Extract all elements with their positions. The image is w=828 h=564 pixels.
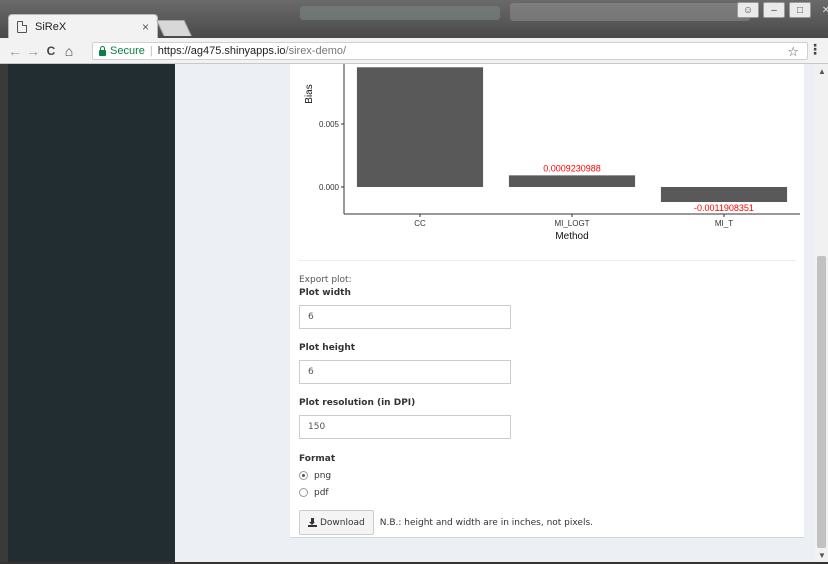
plot-height-input[interactable]: 6 (299, 360, 511, 384)
download-button[interactable]: Download (299, 510, 374, 535)
bias-chart: 0.0009230988 -0.0011908351 CC MI_LOGT MI_T 0… (290, 64, 804, 254)
browser-toolbar: ← → C ⌂ Secure | https://ag475.shinyapps… (0, 38, 828, 64)
download-button-label: Download (320, 517, 365, 528)
url-host: https://ag475.shinyapps.io (157, 45, 286, 57)
page-icon (17, 20, 27, 33)
minimize-button[interactable]: – (763, 2, 785, 18)
bookmark-star-icon[interactable]: ☆ (787, 44, 799, 60)
plot-resolution-input[interactable]: 150 (299, 415, 511, 439)
x-axis-title: Method (555, 231, 588, 242)
page-viewport: 0.0009230988 -0.0011908351 CC MI_LOGT MI_T 0… (0, 64, 828, 564)
back-icon[interactable]: ← (6, 43, 24, 59)
user-profile-icon[interactable]: ☺ (737, 2, 759, 18)
data-label-mi_t: -0.0011908351 (694, 203, 754, 213)
y-tick-label: 0.000 (319, 183, 340, 192)
tab-title: SiReX (35, 20, 67, 33)
url-path: /sirex-demo/ (285, 45, 347, 57)
maximize-button[interactable]: □ (789, 2, 811, 18)
y-axis-title: Bias (304, 84, 315, 103)
x-tick-label: MI_T (715, 219, 733, 228)
scroll-down-icon[interactable]: ▼ (818, 551, 826, 560)
units-note: N.B.: height and width are in inches, no… (379, 517, 594, 528)
home-icon[interactable]: ⌂ (60, 43, 78, 59)
window-edge (0, 64, 8, 564)
address-bar[interactable]: Secure | https://ag475.shinyapps.io /sir… (92, 42, 808, 60)
download-icon (308, 518, 317, 527)
browser-menu-icon[interactable]: ⋮ (808, 41, 822, 58)
format-label: Format (299, 454, 336, 464)
bias-bar-chart-svg: 0.0009230988 -0.0011908351 CC MI_LOGT MI_T 0… (304, 64, 800, 242)
x-tick-label: CC (414, 219, 426, 228)
y-tick-label: 0.005 (319, 120, 340, 129)
tab-close-icon[interactable]: × (142, 20, 149, 34)
data-label-mi_logt: 0.0009230988 (543, 163, 601, 173)
scroll-up-icon[interactable]: ▲ (818, 67, 826, 76)
radio-png[interactable] (299, 471, 308, 480)
export-plot-label: Export plot: (299, 275, 352, 285)
address-separator: | (149, 45, 153, 57)
close-window-button[interactable]: ✕ (815, 2, 828, 18)
divider (298, 260, 796, 261)
forward-icon[interactable]: → (24, 43, 42, 59)
reload-icon[interactable]: C (42, 44, 60, 58)
background-window-blur (300, 6, 500, 20)
browser-tab[interactable]: SiReX × (8, 14, 158, 38)
bar-mi_logt (508, 175, 636, 187)
browser-titlebar: SiReX × ☺ – □ ✕ (0, 0, 828, 38)
format-option-label: png (314, 470, 332, 481)
bar-cc (356, 67, 484, 187)
plot-height-label: Plot height (299, 343, 356, 353)
format-option-png[interactable]: png (299, 467, 799, 484)
background-window-blur (510, 3, 750, 21)
lock-icon (99, 45, 106, 56)
dashboard-sidebar (8, 64, 175, 564)
plot-width-input[interactable]: 6 (299, 305, 511, 329)
plot-resolution-label: Plot resolution (in DPI) (299, 398, 416, 408)
bar-mi_t (660, 187, 788, 203)
export-plot-form: Export plot: Plot width 6 Plot height 6 … (299, 275, 799, 535)
new-tab-button[interactable] (156, 20, 192, 36)
secure-label: Secure (110, 45, 145, 57)
scrollbar-thumb[interactable] (817, 256, 826, 548)
plot-width-label: Plot width (299, 288, 351, 298)
page-scrollbar[interactable]: ▲ ▼ (815, 64, 828, 564)
x-tick-label: MI_LOGT (554, 219, 589, 228)
format-option-pdf[interactable]: pdf (299, 484, 799, 501)
format-option-label: pdf (314, 487, 329, 498)
radio-pdf[interactable] (299, 488, 308, 497)
